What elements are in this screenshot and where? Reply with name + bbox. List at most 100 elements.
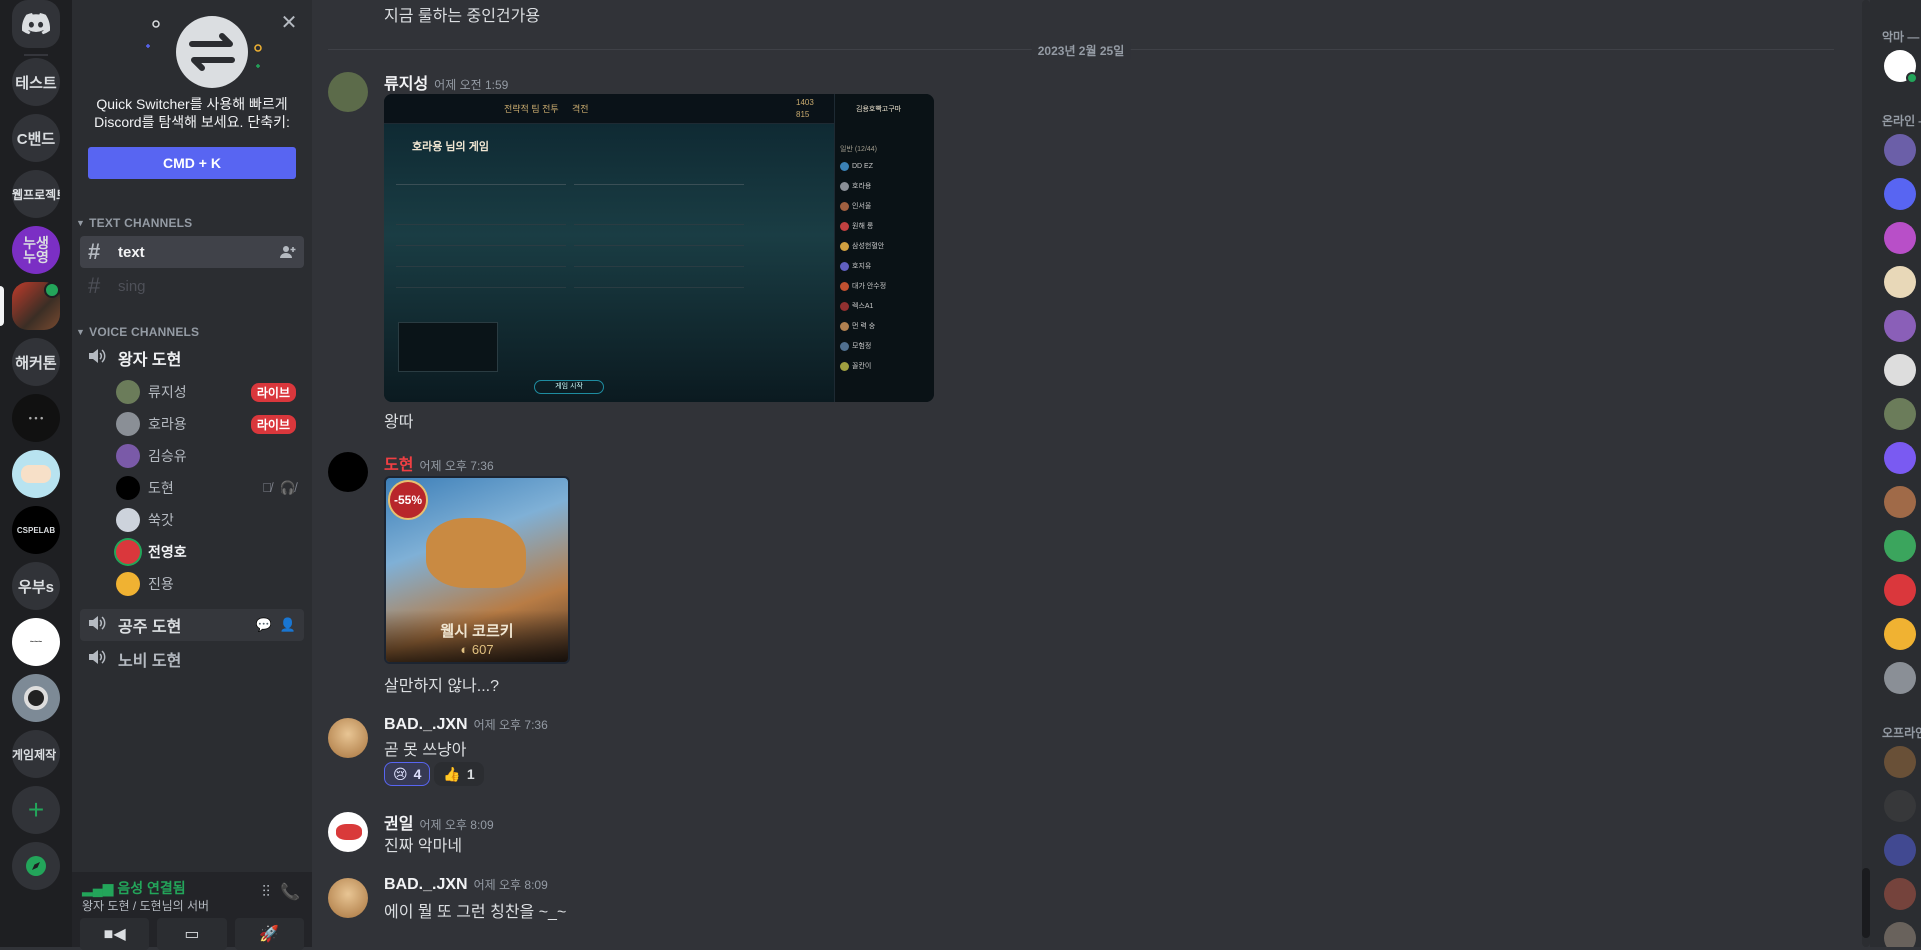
invite-icon[interactable] bbox=[280, 244, 296, 260]
quick-switcher-shortcut-button[interactable]: CMD + K bbox=[88, 147, 296, 179]
disconnect-icon[interactable]: 📞 bbox=[280, 882, 300, 902]
member-avatar[interactable] bbox=[1884, 746, 1916, 778]
server-raccoon[interactable] bbox=[12, 674, 60, 722]
game-friend-avatar bbox=[840, 341, 849, 351]
member-avatar[interactable] bbox=[1884, 530, 1916, 562]
server-cartoon[interactable] bbox=[12, 450, 60, 498]
voice-user[interactable]: 김승유 bbox=[116, 441, 304, 471]
image-attachment[interactable]: 전략적 팀 전투 격전 1403 815 호라용 님의 게임 게임 시작 김용호… bbox=[384, 94, 934, 402]
game-friend: 먼 력 숭 bbox=[840, 316, 930, 336]
member-avatar[interactable] bbox=[1884, 618, 1916, 650]
category-voice-channels[interactable]: ▼ VOICE CHANNELS bbox=[76, 325, 199, 339]
voice-user[interactable]: 쑥갓 bbox=[116, 505, 304, 535]
reaction-thumbs-up[interactable]: 👍 1 bbox=[434, 762, 484, 786]
server-test[interactable]: 테스트 bbox=[12, 58, 60, 106]
voice-user-speaking[interactable]: 전영호 bbox=[116, 537, 304, 567]
chat-icon[interactable]: 💬 bbox=[256, 617, 272, 633]
avatar[interactable] bbox=[328, 72, 368, 112]
member-group-header: 온라인 — bbox=[1882, 114, 1921, 128]
channel-sing[interactable]: # sing bbox=[80, 270, 304, 302]
avatar bbox=[116, 540, 140, 564]
member-avatar[interactable] bbox=[1884, 222, 1916, 254]
member-avatar[interactable] bbox=[1884, 834, 1916, 866]
active-server-pill bbox=[0, 286, 4, 326]
chevron-down-icon: ▼ bbox=[76, 218, 86, 228]
member-avatar[interactable] bbox=[1884, 134, 1916, 166]
reaction-cry[interactable]: 😢 4 bbox=[384, 762, 431, 786]
camera-button[interactable]: ■◀ bbox=[80, 918, 150, 950]
server-sketch[interactable]: ~~~ bbox=[12, 618, 60, 666]
game-friend-avatar bbox=[840, 361, 849, 371]
chat-scrollbar-thumb[interactable] bbox=[1862, 868, 1870, 938]
add-server-button[interactable]: + bbox=[12, 786, 60, 834]
server-dark-1[interactable]: • • • bbox=[12, 394, 60, 442]
member-avatar[interactable] bbox=[1884, 878, 1916, 910]
game-friend: 렉스A1 bbox=[840, 296, 930, 316]
member-avatar[interactable] bbox=[1884, 178, 1916, 210]
server-ububs[interactable]: 우부s bbox=[12, 562, 60, 610]
avatar[interactable] bbox=[328, 878, 368, 918]
avatar[interactable] bbox=[328, 718, 368, 758]
invite-icon[interactable]: 👤 bbox=[280, 617, 296, 633]
live-badge: 라이브 bbox=[250, 382, 296, 402]
game-friends-header: 일반 (12/44) bbox=[840, 146, 878, 153]
voice-user[interactable]: 진용 bbox=[116, 569, 304, 599]
server-nusaeng[interactable]: 누생 누영 bbox=[12, 226, 60, 274]
member-avatar[interactable] bbox=[1884, 790, 1916, 822]
game-friend: DD EZ bbox=[840, 156, 930, 176]
channel-text[interactable]: # text bbox=[80, 236, 304, 268]
game-friend: 원해 롱 bbox=[840, 216, 930, 236]
voice-channel-wangja[interactable]: 왕자 도현 bbox=[80, 342, 304, 374]
member-avatar[interactable] bbox=[1884, 310, 1916, 342]
avatar[interactable] bbox=[328, 452, 368, 492]
member-avatar[interactable] bbox=[1884, 486, 1916, 518]
discount-badge: -55% bbox=[388, 480, 428, 520]
close-icon[interactable]: ✕ bbox=[280, 13, 298, 33]
chat-scrollbar-track[interactable] bbox=[1862, 0, 1870, 947]
avatar bbox=[116, 380, 140, 404]
live-badge: 라이브 bbox=[250, 414, 296, 434]
game-friend: 대가 안수정 bbox=[840, 276, 930, 296]
message-author[interactable]: 류지성 bbox=[384, 76, 428, 93]
discord-home-button[interactable] bbox=[12, 0, 60, 48]
plus-icon: + bbox=[27, 794, 45, 825]
channel-sidebar: ✕ Quick Switcher를 사용해 빠르게 Discord를 탐색해 보… bbox=[72, 0, 312, 950]
avatar bbox=[116, 444, 140, 468]
member-avatar[interactable] bbox=[1884, 922, 1916, 947]
skin-card-image[interactable]: -55% 웰시 코르키 ◐ 607 bbox=[384, 476, 570, 664]
voice-channel-nobi[interactable]: 노비 도현 bbox=[80, 643, 304, 675]
member-avatar[interactable] bbox=[1884, 398, 1916, 430]
server-cspelab[interactable]: CSPELAB bbox=[12, 506, 60, 554]
explore-servers-button[interactable] bbox=[12, 842, 60, 890]
camera-icon: ■◀ bbox=[103, 926, 126, 943]
member-avatar[interactable] bbox=[1884, 574, 1916, 606]
voice-user[interactable]: 류지성 라이브 bbox=[116, 377, 304, 407]
activity-button[interactable]: 🚀 bbox=[234, 918, 304, 950]
voice-status[interactable]: 음성 연결됨 bbox=[117, 880, 185, 896]
member-avatar[interactable] bbox=[1884, 354, 1916, 386]
message-author[interactable]: BAD._.JXN bbox=[384, 716, 468, 733]
avatar[interactable] bbox=[328, 812, 368, 852]
game-player-name: 김용호빡고구마 bbox=[856, 106, 902, 113]
server-hackathon[interactable]: 해커톤 bbox=[12, 338, 60, 386]
message-timestamp: 어제 오후 8:09 bbox=[473, 878, 548, 892]
server-cband[interactable]: C밴드 bbox=[12, 114, 60, 162]
member-avatar[interactable] bbox=[1884, 662, 1916, 694]
member-avatar[interactable] bbox=[1884, 442, 1916, 474]
voice-user[interactable]: 호라용 라이브 bbox=[116, 409, 304, 439]
date-divider-label: 2023년 2월 25일 bbox=[1031, 42, 1131, 59]
category-text-channels[interactable]: ▼ TEXT CHANNELS bbox=[76, 216, 192, 230]
voice-user[interactable]: 도현 🎙̸ 🎧̸ bbox=[116, 473, 304, 503]
server-gamemaking[interactable]: 게임제작 bbox=[12, 730, 60, 778]
server-webproject[interactable]: 웹프로젝트 bbox=[12, 170, 60, 218]
game-friend: 꼴칸이 bbox=[840, 356, 930, 376]
message-author[interactable]: 권일 bbox=[384, 816, 413, 833]
noise-suppression-icon[interactable]: ⫶⫶ bbox=[262, 884, 270, 902]
chevron-down-icon: ▼ bbox=[76, 327, 86, 337]
member-avatar[interactable] bbox=[1884, 266, 1916, 298]
message-author[interactable]: 도현 bbox=[384, 457, 413, 474]
message-author[interactable]: BAD._.JXN bbox=[384, 876, 468, 893]
voice-channel-gongju[interactable]: 공주 도현 💬 👤 bbox=[80, 609, 304, 641]
voice-location[interactable]: 왕자 도현 / 도현님의 서버 bbox=[82, 897, 209, 914]
screen-share-button[interactable]: ▭ bbox=[157, 918, 227, 950]
